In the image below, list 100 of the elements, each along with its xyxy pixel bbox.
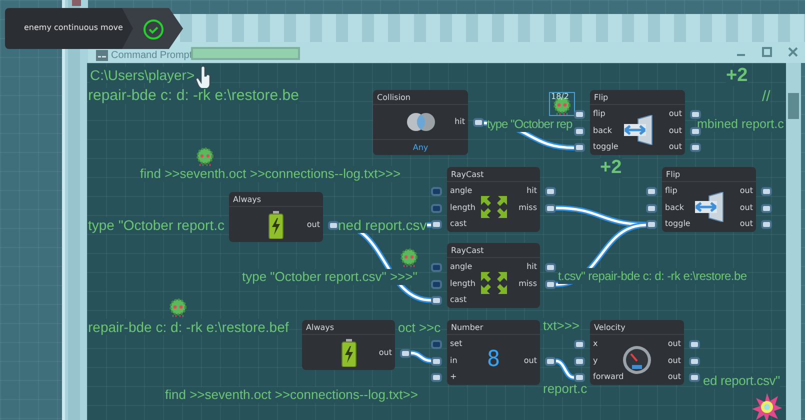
output-port[interactable] (761, 220, 772, 229)
port-label: set (450, 339, 462, 348)
input-port[interactable] (431, 373, 442, 382)
port-label: out (740, 219, 753, 228)
input-port[interactable] (431, 220, 442, 229)
wire (556, 358, 574, 380)
corner-arrows-icon (478, 194, 508, 220)
scrollbar-thumb[interactable] (788, 93, 799, 119)
port-label: back (665, 202, 684, 212)
corner-arrows-icon (478, 270, 508, 296)
terminal-text: ned report.csv (338, 217, 427, 233)
gauge-icon (622, 345, 652, 376)
node-title: RayCast (447, 167, 540, 182)
node-title: Number (447, 320, 540, 335)
port-label: + (450, 372, 457, 381)
terminal-text: txt>>> (543, 318, 580, 334)
input-port[interactable] (574, 110, 585, 119)
port-label: angle (450, 262, 472, 271)
port-label: hit (526, 186, 537, 195)
port-label: out (740, 202, 753, 212)
port-label: out (668, 142, 682, 151)
port-label: back (593, 126, 612, 134)
node-title: Velocity (590, 320, 684, 335)
node-title: Flip (662, 167, 756, 182)
node-title: Collision (373, 90, 468, 105)
port-label: cast (450, 295, 467, 304)
terminal-text: find >>seventh.oct >>connections--log.txt>> (165, 387, 418, 403)
output-port[interactable] (689, 373, 700, 382)
frame-marker-icon (72, 0, 81, 6)
port-label: out (740, 186, 753, 195)
terminal-text: mbined report.c (697, 116, 784, 132)
port-label: y (593, 356, 598, 364)
port-label: hit (454, 117, 465, 126)
port-label: out (668, 356, 681, 364)
output-port[interactable] (473, 118, 484, 128)
input-port[interactable] (431, 296, 442, 305)
input-port[interactable] (646, 220, 657, 229)
port-label: out (668, 126, 682, 134)
port-label: x (593, 339, 598, 348)
terminal-text: type "October report.c (88, 217, 224, 233)
port-label: length (450, 278, 476, 288)
port-label: hit (526, 262, 537, 271)
input-port[interactable] (574, 373, 585, 382)
terminal-text: type "October rep (487, 116, 572, 132)
terminal-icon (96, 50, 108, 61)
score-text: +2 (726, 66, 748, 86)
burst-icon (752, 393, 782, 420)
port-label: out (668, 372, 681, 381)
port-label: cast (450, 219, 467, 228)
input-port[interactable] (431, 263, 442, 272)
score-text: +2 (600, 158, 622, 178)
port-label: out (306, 220, 320, 229)
output-port[interactable] (690, 110, 701, 119)
window-title: Command Prompt (111, 50, 192, 62)
input-port[interactable] (574, 143, 585, 152)
terminal-text: type "October report.csv" >>>" (242, 269, 418, 285)
output-port[interactable] (545, 187, 556, 196)
terminal-text: find >>seventh.oct >>connections--log.txt>>> (140, 166, 401, 182)
output-port[interactable] (545, 263, 556, 272)
wire (410, 350, 432, 364)
terminal-text: report.c (543, 381, 588, 397)
node-title: Flip (590, 90, 685, 105)
terminal-text: oct >>c (398, 320, 441, 336)
port-label: out (524, 356, 537, 364)
port-label: in (450, 356, 458, 364)
terminal-text: repair-bde c: d: -rk e:\restore.bef (88, 319, 289, 335)
terminal-text: t.csv" repair-bde c: d: -rk e:\restore.be (558, 268, 747, 284)
maximize-icon[interactable] (762, 47, 772, 57)
port-label: out (668, 109, 682, 118)
port-label: flip (665, 186, 678, 195)
virus-icon (168, 298, 188, 318)
node-title: Always (302, 320, 395, 335)
output-port[interactable] (761, 187, 772, 196)
battery-icon (340, 338, 356, 366)
input-port[interactable] (574, 340, 585, 349)
input-port[interactable] (431, 187, 442, 196)
input-port[interactable] (646, 187, 657, 196)
node-title: Always (229, 192, 323, 207)
terminal-text: ed report.csv" (703, 373, 780, 389)
port-label: out (668, 339, 681, 348)
hand-cursor-icon[interactable] (195, 66, 213, 90)
terminal-text: repair-bde c: d: -rk e:\restore.be (88, 88, 299, 104)
input-port[interactable] (431, 340, 442, 349)
port-label: toggle (665, 219, 690, 228)
port-label: toggle (593, 142, 618, 151)
node-title: RayCast (447, 243, 540, 258)
virus-icon (195, 147, 215, 167)
virus-icon (399, 248, 419, 268)
battery-icon (268, 210, 284, 238)
port-label: flip (593, 109, 606, 118)
output-port[interactable] (690, 143, 701, 152)
port-label: forward (593, 372, 624, 381)
objective-text: enemy continuous move (24, 22, 123, 34)
node-footer: Any (373, 139, 468, 155)
number-value: 8 (486, 348, 500, 372)
port-label: miss (518, 202, 537, 212)
prompt-text: C:\Users\player> (90, 67, 195, 83)
port-label: out (378, 348, 392, 357)
output-port[interactable] (689, 340, 700, 349)
close-icon[interactable] (788, 47, 798, 57)
